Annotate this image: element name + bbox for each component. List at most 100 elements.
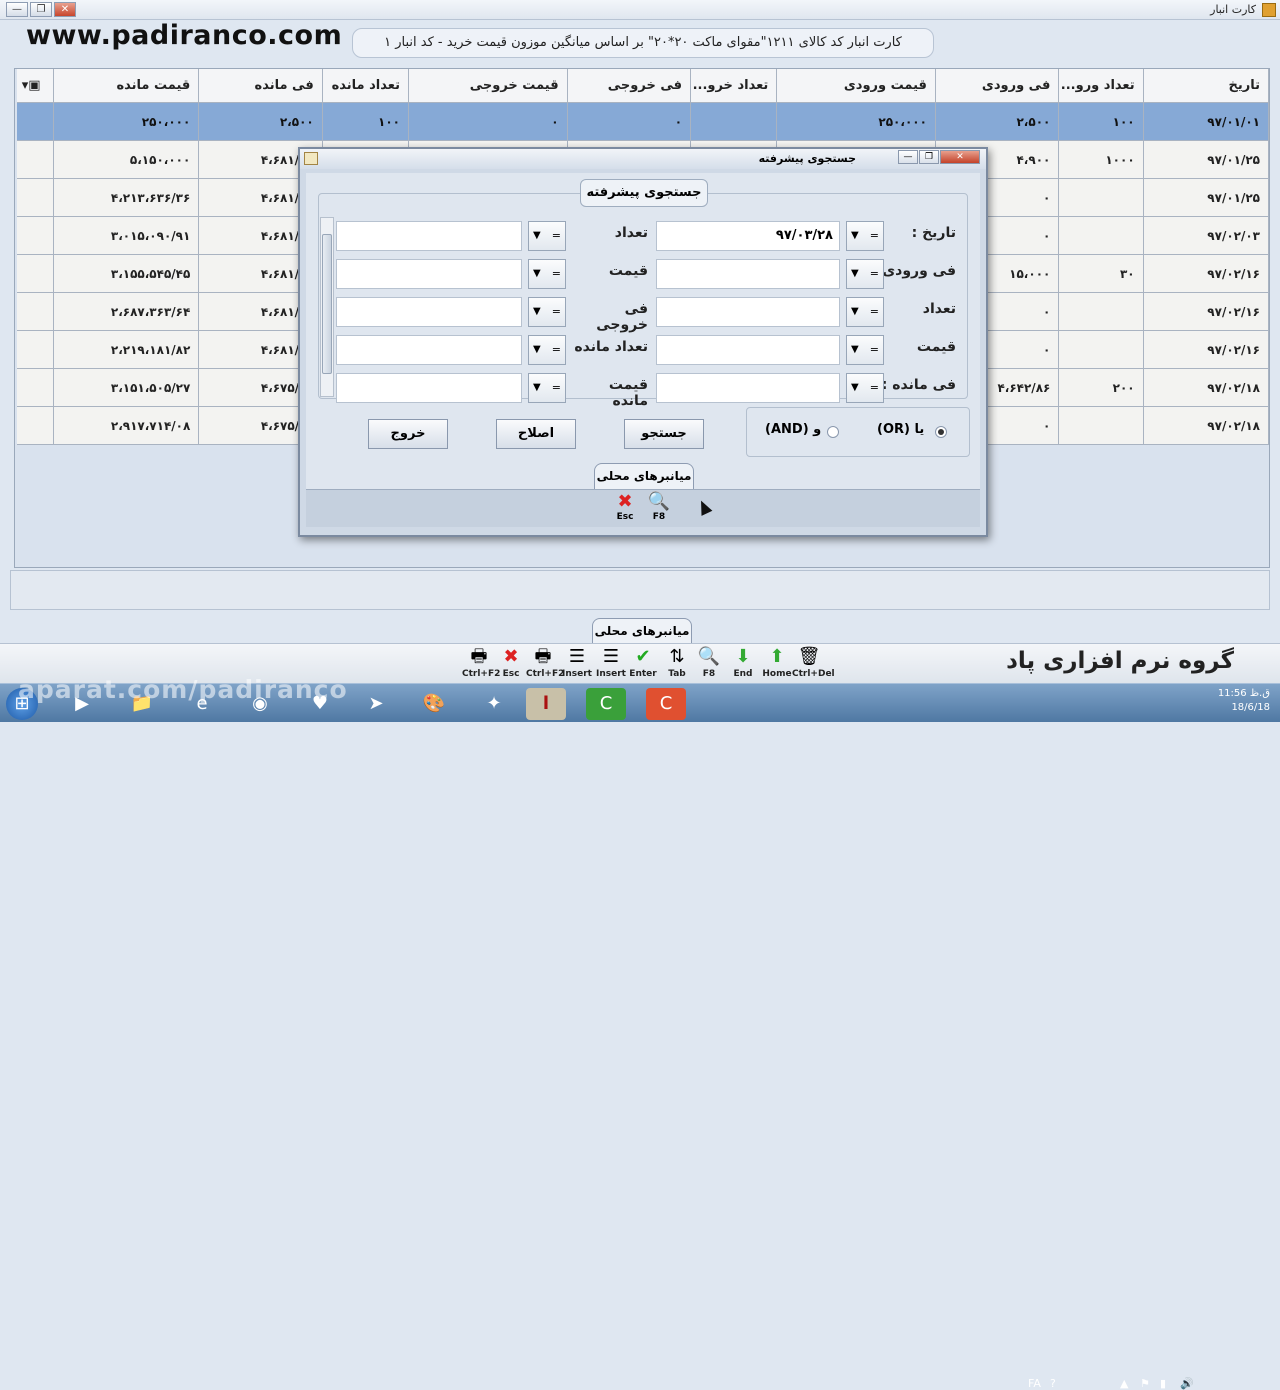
operator-dropdown[interactable]: ▼ = [846, 221, 884, 251]
volume-icon[interactable]: 🔊 [1180, 1377, 1194, 1390]
cell-remain-price[interactable]: ۲،۵۰۰ [199, 103, 323, 141]
exit-button[interactable]: خروج [368, 419, 448, 449]
cell-in-price[interactable]: ۲،۵۰۰ [935, 103, 1060, 141]
cell-in-qty[interactable]: ۱۰۰ [1059, 103, 1144, 141]
cell-remain-amount[interactable]: ۳،۱۵۵،۵۴۵/۴۵ [54, 255, 200, 293]
cell-date[interactable]: ۹۷/۰۲/۰۳ [1143, 217, 1270, 255]
end-toolbar-button[interactable]: ⬇ End [726, 646, 760, 682]
fields-scrollbar[interactable] [320, 217, 334, 397]
and-radio[interactable] [827, 426, 839, 438]
minimize-button[interactable]: — [6, 2, 28, 17]
app-star-icon[interactable]: ✦ [474, 688, 514, 720]
cell-remain-amount[interactable]: ۲،۶۸۷،۳۶۳/۶۴ [54, 293, 200, 331]
left-field-input[interactable] [336, 221, 522, 251]
right-field-input[interactable]: ۹۷/۰۳/۲۸ [656, 221, 840, 251]
cell-remain-amount[interactable]: ۳،۰۱۵،۰۹۰/۹۱ [54, 217, 200, 255]
header-in-price[interactable]: فی ورودی [935, 69, 1060, 103]
tray-expand-icon[interactable]: ▲ [1120, 1377, 1128, 1390]
cell-remain-amount[interactable]: ۲۵۰،۰۰۰ [54, 103, 200, 141]
or-radio-label[interactable]: یا (OR) [877, 422, 924, 437]
header-out-amount[interactable]: قیمت خروجی [408, 69, 568, 103]
paint-icon[interactable]: 🎨 [414, 688, 454, 720]
left-field-input[interactable] [336, 297, 522, 327]
operator-dropdown[interactable]: ▼ = [846, 259, 884, 289]
delete-toolbar-button[interactable]: 🗑 Ctrl+Del [792, 646, 835, 682]
right-field-input[interactable] [656, 373, 840, 403]
dialog-maximize-button[interactable]: ❐ [919, 150, 939, 164]
search-shortcut-button[interactable]: 🔍 F8 [644, 492, 674, 523]
cell-date[interactable]: ۹۷/۰۱/۰۱ [1143, 103, 1270, 141]
amin-app-icon[interactable]: ا [526, 688, 566, 720]
sort-toolbar-button[interactable]: ⇅ Tab [660, 646, 694, 682]
cell-date[interactable]: ۹۷/۰۲/۱۶ [1143, 255, 1270, 293]
header-date[interactable]: تاریخ [1143, 69, 1270, 103]
header-remain-price[interactable]: فی مانده [199, 69, 323, 103]
insert-toolbar-button[interactable]: ☰ Insert [560, 646, 594, 682]
camtasia-green-icon[interactable]: C [586, 688, 626, 720]
header-remain-amount[interactable]: قیمت مانده [54, 69, 200, 103]
cell-remain-amount[interactable]: ۴،۲۱۳،۶۳۶/۳۶ [54, 179, 200, 217]
operator-dropdown[interactable]: ▼ = [846, 335, 884, 365]
operator-dropdown[interactable]: ▼ = [528, 297, 566, 327]
cell-in-qty[interactable] [1059, 217, 1144, 255]
cancel-toolbar-button[interactable]: ✖ Esc [494, 646, 528, 682]
cell-remain-amount[interactable]: ۳،۱۵۱،۵۰۵/۲۷ [54, 369, 200, 407]
cell-remain-amount[interactable]: ۲،۹۱۷،۷۱۴/۰۸ [54, 407, 200, 445]
insert-toolbar-button[interactable]: ☰ Insert [594, 646, 628, 682]
header-out-qty[interactable]: تعداد خرو... [691, 69, 778, 103]
search-button[interactable]: جستجو [624, 419, 704, 449]
cell-in-qty[interactable]: ۱۰۰۰ [1059, 141, 1144, 179]
home-toolbar-button[interactable]: ⬆ Home [760, 646, 794, 682]
flag-icon[interactable]: ⚑ [1140, 1377, 1150, 1390]
cell-remain-amount[interactable]: ۲،۲۱۹،۱۸۱/۸۲ [54, 331, 200, 369]
right-field-input[interactable] [656, 335, 840, 365]
cell-out-price[interactable]: ۰ [567, 103, 692, 141]
dialog-minimize-button[interactable]: — [898, 150, 918, 164]
operator-dropdown[interactable]: ▼ = [528, 373, 566, 403]
cell-date[interactable]: ۹۷/۰۲/۱۸ [1143, 407, 1270, 445]
operator-dropdown[interactable]: ▼ = [846, 297, 884, 327]
cell-in-qty[interactable] [1059, 179, 1144, 217]
cell-remain-qty[interactable]: ۱۰۰ [322, 103, 409, 141]
search-toolbar-button[interactable]: 🔍 F8 [692, 646, 726, 682]
right-field-input[interactable] [656, 297, 840, 327]
check-toolbar-button[interactable]: ✔ Enter [626, 646, 660, 682]
help-icon[interactable]: ? [1050, 1377, 1056, 1390]
cell-date[interactable]: ۹۷/۰۲/۱۶ [1143, 331, 1270, 369]
cancel-shortcut-button[interactable]: ✖ Esc [610, 492, 640, 523]
header-out-price[interactable]: فی خروجی [567, 69, 692, 103]
left-field-input[interactable] [336, 373, 522, 403]
column-chooser-icon[interactable]: ▾▣ [17, 69, 55, 103]
cell-out-amount[interactable]: ۰ [408, 103, 568, 141]
cell-remain-amount[interactable]: ۵،۱۵۰،۰۰۰ [54, 141, 200, 179]
cell-date[interactable]: ۹۷/۰۱/۲۵ [1143, 141, 1270, 179]
maximize-button[interactable]: ❐ [30, 2, 52, 17]
table-row[interactable]: ۲۵۰،۰۰۰ ۲،۵۰۰ ۱۰۰ ۰ ۰ ۲۵۰،۰۰۰ ۲،۵۰۰ ۱۰۰ ۹۷/۰۱/۰۱ [17, 103, 1270, 141]
operator-dropdown[interactable]: ▼ = [528, 335, 566, 365]
operator-dropdown[interactable]: ▼ = [846, 373, 884, 403]
cell-in-qty[interactable]: ۳۰ [1059, 255, 1144, 293]
local-shortcuts-tab[interactable]: میانبرهای محلی [592, 618, 692, 644]
camtasia-red-icon[interactable]: C [646, 688, 686, 720]
grid-header-row[interactable]: ▾▣ قیمت مانده فی مانده تعداد مانده قیمت خروج… [17, 69, 1270, 103]
cell-in-qty[interactable]: ۲۰۰ [1059, 369, 1144, 407]
header-in-qty[interactable]: تعداد ورو... [1059, 69, 1144, 103]
left-field-input[interactable] [336, 259, 522, 289]
cell-date[interactable]: ۹۷/۰۱/۲۵ [1143, 179, 1270, 217]
operator-dropdown[interactable]: ▼ = [528, 259, 566, 289]
network-icon[interactable]: ▮ [1160, 1377, 1166, 1390]
right-field-input[interactable] [656, 259, 840, 289]
telegram-icon[interactable]: ➤ [356, 688, 396, 720]
header-remain-qty[interactable]: تعداد مانده [322, 69, 409, 103]
dialog-local-shortcuts-tab[interactable]: میانبرهای محلی [594, 463, 694, 489]
cell-in-qty[interactable] [1059, 331, 1144, 369]
left-field-input[interactable] [336, 335, 522, 365]
printer-toolbar-button[interactable]: 🖶 Ctrl+F2 [526, 646, 564, 682]
system-clock[interactable]: 11:56 ق.ظ 18/6/18 [1218, 687, 1270, 715]
edit-button[interactable]: اصلاح [496, 419, 576, 449]
scroll-thumb[interactable] [322, 234, 332, 374]
dialog-close-button[interactable]: ✕ [940, 150, 980, 164]
cell-out-qty[interactable] [691, 103, 778, 141]
or-radio[interactable] [935, 426, 947, 438]
cell-date[interactable]: ۹۷/۰۲/۱۶ [1143, 293, 1270, 331]
